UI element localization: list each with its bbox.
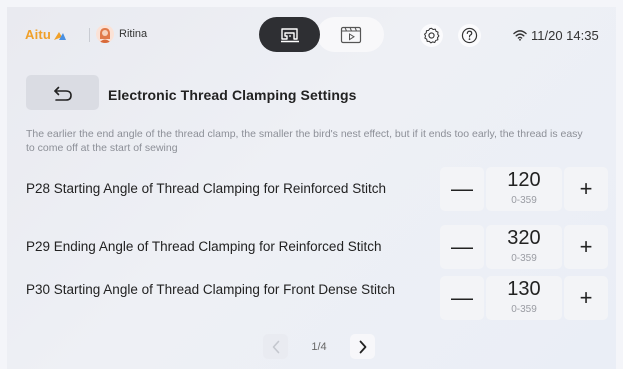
param-value: 130	[507, 278, 541, 300]
increment-button[interactable]: +	[564, 167, 608, 211]
avatar	[96, 25, 114, 43]
param-row-p28: P28 Starting Angle of Thread Clamping fo…	[26, 165, 616, 215]
value-stepper: — 320 0-359 +	[440, 223, 608, 271]
brand-logo: Aitu	[25, 27, 67, 42]
topbar-divider	[89, 28, 90, 42]
screen: Aitu Ritina 11/20 14:35 Electronic Threa…	[7, 7, 616, 369]
value-display[interactable]: 120 0-359	[485, 167, 563, 211]
param-label: P29 Ending Angle of Thread Clamping for …	[26, 239, 382, 254]
mode-toggle	[257, 17, 384, 52]
chevron-right-icon	[359, 340, 366, 353]
video-tutorial-icon	[340, 26, 361, 43]
param-label: P30 Starting Angle of Thread Clamping fo…	[26, 282, 395, 297]
decrement-button[interactable]: —	[440, 225, 484, 269]
value-stepper: — 130 0-359 +	[440, 274, 608, 322]
decrement-button[interactable]: —	[440, 167, 484, 211]
decrement-button[interactable]: —	[440, 276, 484, 320]
param-row-p29: P29 Ending Angle of Thread Clamping for …	[26, 223, 616, 273]
user-name: Ritina	[119, 28, 148, 40]
page-indicator: 1/4	[311, 340, 327, 353]
clock: 11/20 14:35	[531, 28, 599, 43]
pagination: 1/4	[263, 334, 375, 359]
help-button[interactable]	[458, 24, 481, 47]
chevron-left-icon	[272, 340, 279, 353]
param-value: 320	[507, 227, 541, 249]
status-bar: Aitu Ritina 11/20 14:35	[7, 7, 616, 62]
next-page-button[interactable]	[350, 334, 375, 359]
back-button[interactable]	[26, 75, 99, 110]
parameter-description: The earlier the end angle of the thread …	[26, 128, 583, 154]
increment-button[interactable]: +	[564, 276, 608, 320]
wifi-status	[513, 28, 527, 46]
sewing-mode-button[interactable]	[259, 17, 320, 52]
param-range: 0-359	[511, 304, 537, 315]
page-title: Electronic Thread Clamping Settings	[108, 87, 357, 103]
settings-button[interactable]	[420, 24, 443, 47]
increment-button[interactable]: +	[564, 225, 608, 269]
video-mode-button[interactable]	[317, 17, 384, 52]
param-value: 120	[507, 169, 541, 191]
undo-arrow-icon	[53, 86, 72, 101]
help-icon	[461, 27, 478, 44]
previous-page-button[interactable]	[263, 334, 288, 359]
param-label: P28 Starting Angle of Thread Clamping fo…	[26, 181, 386, 196]
user-profile[interactable]: Ritina	[96, 25, 147, 43]
param-range: 0-359	[511, 253, 537, 264]
wifi-icon	[513, 30, 527, 41]
sewing-machine-icon	[280, 27, 299, 42]
value-stepper: — 120 0-359 +	[440, 165, 608, 213]
brand-name: Aitu	[25, 27, 52, 42]
param-range: 0-359	[511, 195, 537, 206]
param-row-p30: P30 Starting Angle of Thread Clamping fo…	[26, 274, 616, 324]
brand-logo-icon	[54, 31, 67, 40]
value-display[interactable]: 130 0-359	[485, 276, 563, 320]
gear-icon	[424, 27, 440, 44]
value-display[interactable]: 320 0-359	[485, 225, 563, 269]
